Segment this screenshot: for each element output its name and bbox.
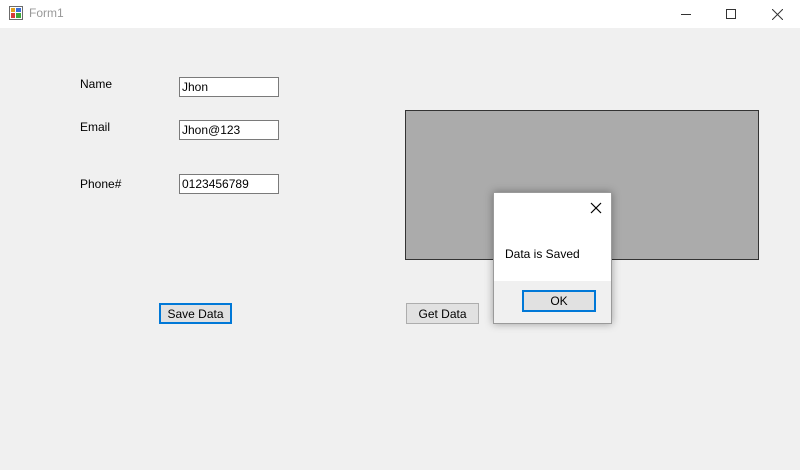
maximize-icon <box>726 9 736 19</box>
minimize-icon <box>681 14 691 15</box>
title-bar[interactable]: Form1 <box>0 0 800 28</box>
close-window-button[interactable] <box>754 0 800 28</box>
dialog-message: Data is Saved <box>505 247 580 261</box>
email-label: Email <box>80 120 111 134</box>
phone-label: Phone# <box>80 177 122 191</box>
get-data-button[interactable]: Get Data <box>406 303 479 324</box>
maximize-button[interactable] <box>708 0 754 28</box>
minimize-button[interactable] <box>663 0 709 28</box>
message-box: Data is Saved OK <box>493 192 612 324</box>
ok-button[interactable]: OK <box>522 290 596 312</box>
email-input[interactable] <box>179 120 279 140</box>
window-title: Form1 <box>29 6 64 20</box>
name-label: Name <box>80 77 113 91</box>
dialog-close-button[interactable] <box>589 201 603 215</box>
close-icon <box>590 202 602 214</box>
phone-input[interactable] <box>179 174 279 194</box>
form-app-icon[interactable] <box>9 6 23 20</box>
name-input[interactable] <box>179 77 279 97</box>
dialog-footer: OK <box>494 281 611 323</box>
close-icon <box>771 8 783 20</box>
save-data-button[interactable]: Save Data <box>159 303 232 324</box>
